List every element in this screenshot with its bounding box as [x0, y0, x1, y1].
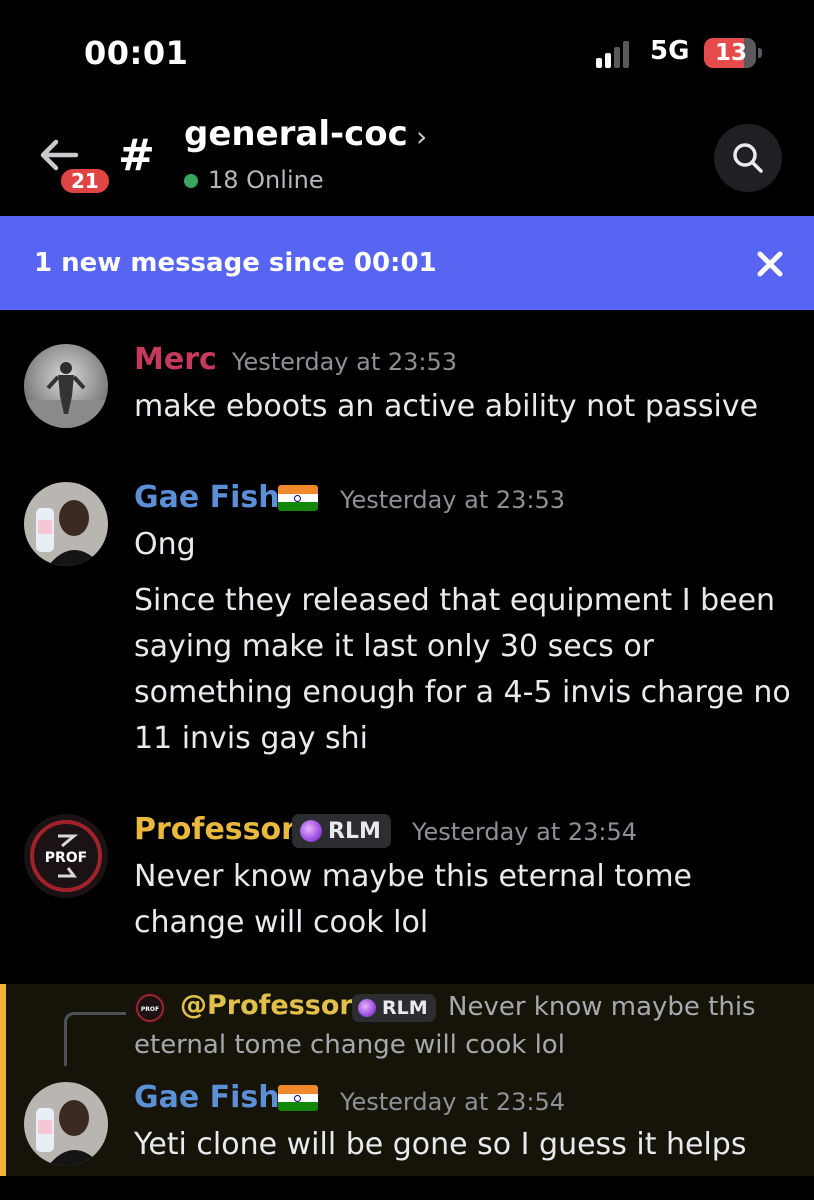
- message-line: saying make it last only 30 secs or: [134, 629, 655, 664]
- banner-text: 1 new message since 00:01: [34, 248, 437, 278]
- timestamp: Yesterday at 23:53: [340, 486, 566, 514]
- reply-avatar-text: PROF: [141, 1006, 159, 1013]
- username[interactable]: Merc: [134, 342, 217, 377]
- close-banner-button[interactable]: [752, 246, 788, 282]
- role-tag[interactable]: RLM: [292, 814, 391, 848]
- new-message-banner[interactable]: 1 new message since 00:01: [0, 216, 814, 310]
- role-label: RLM: [328, 818, 381, 844]
- message-line: something enough for a 4-5 invis charge …: [134, 675, 791, 710]
- message-text: make eboots an active ability not passiv…: [134, 384, 794, 430]
- cellular-signal-icon: [596, 40, 636, 68]
- chevron-right-icon[interactable]: ›: [416, 120, 427, 153]
- online-status-dot: [184, 174, 198, 188]
- india-flag-icon: [278, 485, 318, 511]
- message-line: change will cook lol: [134, 905, 429, 940]
- message-text: Yeti clone will be gone so I guess it he…: [134, 1122, 794, 1168]
- message-line: Yeti clone will be gone so I guess it he…: [134, 1127, 747, 1162]
- online-count: 18 Online: [208, 166, 324, 194]
- india-flag-icon: [278, 1085, 318, 1111]
- reply-role-tag: RLM: [352, 994, 436, 1022]
- timestamp: Yesterday at 23:54: [412, 818, 638, 846]
- timestamp: Yesterday at 23:53: [232, 348, 458, 376]
- reply-avatar: PROF: [134, 992, 166, 1024]
- role-label: RLM: [382, 997, 428, 1019]
- reply-username[interactable]: @Professor: [180, 990, 353, 1021]
- unread-badge: 21: [58, 166, 112, 196]
- battery-level: 13: [714, 40, 747, 66]
- mention-highlight-bar: [0, 984, 6, 1176]
- username[interactable]: Gae Fish: [134, 480, 280, 515]
- username[interactable]: Gae Fish: [134, 1080, 280, 1115]
- timestamp: Yesterday at 23:54: [340, 1088, 566, 1116]
- message-line: make eboots an active ability not passiv…: [134, 389, 759, 424]
- role-gem-icon: [358, 999, 376, 1017]
- status-time: 00:01: [84, 34, 189, 72]
- channel-hash-icon: #: [118, 130, 155, 181]
- status-bar: 00:01 5G 13: [0, 0, 814, 110]
- reply-connector: [64, 1012, 126, 1066]
- battery-cap: [758, 48, 762, 58]
- role-gem-icon: [300, 820, 322, 842]
- avatar-text: PROF: [45, 850, 88, 866]
- channel-name[interactable]: general-coc: [184, 114, 408, 154]
- network-type: 5G: [650, 36, 690, 66]
- avatar[interactable]: [24, 1082, 108, 1166]
- username[interactable]: Professor: [134, 812, 296, 847]
- message-text: Never know maybe this eternal tome chang…: [134, 854, 794, 946]
- reply-snippet-continued[interactable]: eternal tome change will cook lol: [134, 1030, 565, 1060]
- avatar[interactable]: [24, 482, 108, 566]
- battery-icon: 13: [704, 38, 747, 68]
- avatar[interactable]: [24, 344, 108, 428]
- message-line: Ong: [134, 527, 196, 562]
- message-line: Never know maybe this eternal tome: [134, 859, 693, 894]
- avatar[interactable]: PROF: [24, 814, 108, 898]
- close-icon: [757, 251, 783, 277]
- reply-snippet[interactable]: Never know maybe this: [448, 992, 756, 1022]
- search-icon: [733, 143, 763, 173]
- search-button[interactable]: [714, 124, 782, 192]
- message-text: Ong Since they released that equipment I…: [134, 522, 794, 762]
- message-line: Since they released that equipment I bee…: [134, 583, 776, 618]
- message-line: 11 invis gay shi: [134, 721, 369, 756]
